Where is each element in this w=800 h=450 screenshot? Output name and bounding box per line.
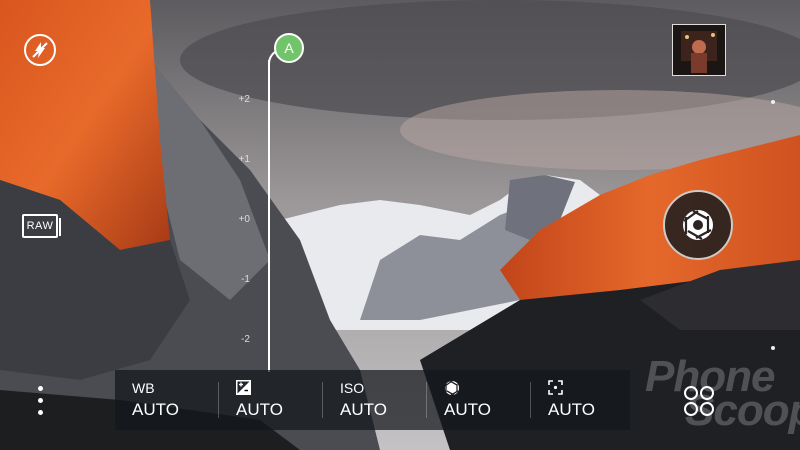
ev-tick-minus1: -1 [241,274,250,285]
gallery-thumbnail[interactable] [672,24,726,76]
iso-setting[interactable]: ISO AUTO [323,370,427,430]
raw-toggle-button[interactable]: RAW [22,214,61,238]
thumbnail-image [673,25,725,75]
camera-modes-button[interactable] [683,385,715,417]
exposure-setting[interactable]: AUTO [219,370,323,430]
flash-off-icon [32,42,48,58]
white-balance-label: WB [132,380,155,396]
shutter-button[interactable] [663,190,733,260]
more-options-button[interactable] [35,386,45,416]
exposure-slider-track[interactable] [268,60,270,372]
shutter-speed-setting[interactable]: AUTO [427,370,531,430]
grid-modes-icon [684,386,714,416]
focus-icon [548,380,563,395]
flash-toggle-button[interactable] [24,34,56,66]
edge-indicator-dot [771,100,775,104]
aperture-icon [683,210,713,240]
iso-label: ISO [340,380,365,396]
watermark: Phone Scoop [645,352,800,435]
exposure-slider-knob[interactable]: A [274,33,304,63]
focus-setting[interactable]: AUTO [531,370,635,430]
shutter-speed-icon [444,380,459,396]
white-balance-value: AUTO [132,400,179,419]
edge-indicator-dot [771,346,775,350]
manual-settings-bar: WB AUTO AUTO ISO AUTO AUTO AUTO [115,370,630,430]
exposure-value: AUTO [236,400,283,419]
focus-value: AUTO [548,400,595,419]
exposure-knob-label: A [284,40,294,56]
shutter-speed-value: AUTO [444,400,491,419]
raw-label: RAW [26,220,54,232]
camera-viewfinder[interactable]: RAW A +2 +1 +0 -1 -2 WB AUTO AUTO ISO AU… [0,0,800,450]
white-balance-setting[interactable]: WB AUTO [115,370,219,430]
ev-tick-minus2: -2 [241,334,250,345]
exposure-icon [236,380,251,395]
ev-tick-plus1: +1 [238,154,250,165]
iso-value: AUTO [340,400,387,419]
ev-tick-plus2: +2 [238,94,250,105]
ev-tick-zero: +0 [238,214,250,225]
